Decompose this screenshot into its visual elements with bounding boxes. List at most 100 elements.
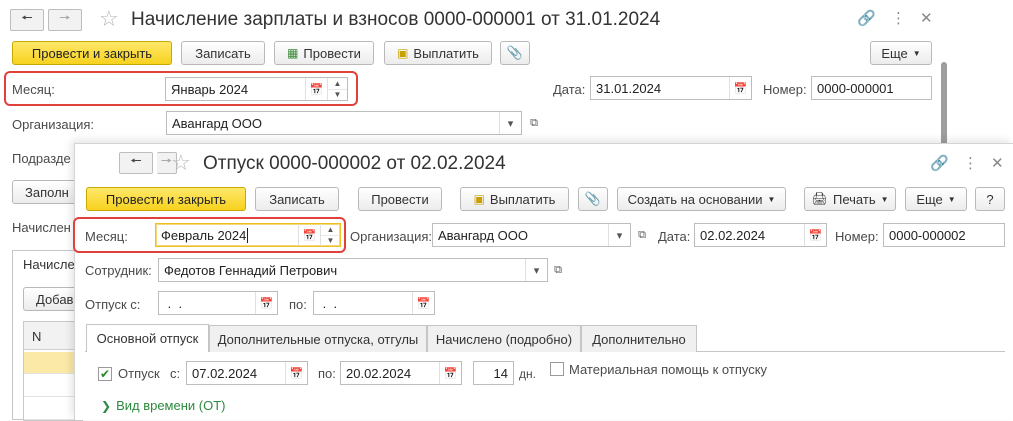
dropdown-arrow-icon[interactable]: ▾	[608, 224, 630, 246]
button-label: ?	[986, 191, 994, 207]
open-link-icon[interactable]: ⧉	[525, 112, 543, 134]
button-label: Еще	[881, 45, 908, 61]
main-leave-checkbox[interactable]: ✔	[98, 367, 112, 381]
post-and-close-button[interactable]: Провести и закрыть	[86, 187, 246, 211]
main-leave-from-field[interactable]: 07.02.2024 📅	[186, 361, 308, 385]
paperclip-icon: 📎	[506, 45, 524, 60]
main-leave-to-value: 20.02.2024	[346, 365, 412, 381]
close-icon[interactable]: ✕	[991, 156, 1004, 172]
org-value: Авангард ООО	[438, 227, 528, 243]
back-window-title: Начисление зарплаты и взносов 0000-00000…	[131, 9, 661, 30]
org-field[interactable]: Авангард ООО ▾	[166, 111, 522, 135]
back-nav-button[interactable]: 🠔	[119, 152, 153, 174]
button-label: Заполн	[25, 184, 69, 200]
date-value: 02.02.2024	[700, 227, 766, 243]
highlight-box	[73, 217, 346, 253]
org-label: Организация:	[350, 229, 433, 244]
button-label: Записать	[269, 191, 325, 207]
leave-from-label: Отпуск с:	[85, 297, 141, 312]
leave-from-value: . .	[164, 295, 183, 311]
favorite-star-icon[interactable]: ☆	[99, 8, 119, 30]
calendar-icon[interactable]: 📅	[729, 77, 751, 99]
accruals-tab[interactable]: Начисле	[23, 257, 75, 272]
employee-value: Федотов Геннадий Петрович	[164, 262, 338, 278]
pay-button[interactable]: ▣ Выплатить	[384, 41, 492, 65]
dropdown-arrow-icon[interactable]: ▾	[499, 112, 521, 134]
org-label: Организация:	[12, 117, 95, 132]
favorite-star-icon[interactable]: ☆	[171, 152, 191, 174]
days-value: 14	[493, 365, 508, 381]
attach-button[interactable]: 📎	[578, 187, 608, 211]
tab-label: Основной отпуск	[96, 331, 199, 346]
more-button[interactable]: Еще ▼	[905, 187, 967, 211]
more-button[interactable]: Еще ▼	[870, 41, 932, 65]
main-leave-to-field[interactable]: 20.02.2024 📅	[340, 361, 462, 385]
vertical-scrollbar[interactable]	[941, 62, 947, 146]
calendar-icon[interactable]: 📅	[804, 224, 826, 246]
save-button[interactable]: Записать	[255, 187, 339, 211]
org-field[interactable]: Авангард ООО ▾	[432, 223, 631, 247]
open-link-icon[interactable]: ⧉	[549, 259, 567, 281]
back-nav-button[interactable]: 🠔	[10, 9, 44, 31]
forward-nav-button[interactable]: 🠖	[48, 9, 82, 31]
number-label: Номер:	[763, 82, 807, 97]
tab-additional[interactable]: Дополнительно	[581, 325, 697, 352]
tab-main-leave[interactable]: Основной отпуск	[86, 324, 209, 352]
dropdown-arrow-icon[interactable]: ▾	[525, 259, 547, 281]
leave-to-value: . .	[319, 295, 338, 311]
post-button[interactable]: Провести	[358, 187, 442, 211]
leave-from-field[interactable]: . . 📅	[158, 291, 278, 315]
close-icon[interactable]: ✕	[920, 11, 933, 27]
accrued-label: Начислен	[12, 220, 71, 235]
time-type-expander[interactable]: ❯ Вид времени (ОТ)	[101, 398, 226, 413]
material-aid-checkbox[interactable]	[550, 362, 564, 376]
leave-to-field[interactable]: . . 📅	[313, 291, 435, 315]
number-label: Номер:	[835, 229, 879, 244]
calendar-icon[interactable]: 📅	[412, 292, 434, 314]
calendar-icon[interactable]: 📅	[255, 292, 277, 314]
more-vert-icon[interactable]: ⋮	[963, 156, 978, 172]
post-and-close-button[interactable]: Провести и закрыть	[12, 41, 172, 65]
employee-label: Сотрудник:	[85, 263, 152, 278]
number-value: 0000-000001	[817, 80, 894, 96]
number-value: 0000-000002	[889, 227, 966, 243]
button-label: Провести	[303, 45, 361, 61]
button-label: Добав	[36, 291, 74, 307]
post-button[interactable]: ▦ Провести	[274, 41, 374, 65]
main-leave-from-value: 07.02.2024	[192, 365, 258, 381]
tab-additional-leaves[interactable]: Дополнительные отпуска, отгулы	[209, 325, 427, 352]
link-icon[interactable]: 🔗	[857, 11, 876, 27]
main-leave-checkbox-label: Отпуск	[118, 366, 160, 381]
front-window-title: Отпуск 0000-000002 от 02.02.2024	[203, 153, 506, 174]
fill-button[interactable]: Заполн	[12, 180, 82, 204]
link-icon[interactable]: 🔗	[930, 156, 949, 172]
tab-accrued-detailed[interactable]: Начислено (подробно)	[427, 325, 581, 352]
pay-icon: ▣	[473, 192, 485, 206]
button-label: Провести	[371, 191, 429, 207]
calendar-icon[interactable]: 📅	[439, 362, 461, 384]
date-field[interactable]: 31.01.2024 📅	[590, 76, 752, 100]
attach-button[interactable]: 📎	[500, 41, 530, 65]
arrow-left-icon: 🠔	[21, 10, 33, 25]
days-field[interactable]: 14	[473, 361, 514, 385]
save-button[interactable]: Записать	[181, 41, 265, 65]
number-field[interactable]: 0000-000002	[883, 223, 1005, 247]
create-based-on-button[interactable]: Создать на основании ▼	[617, 187, 786, 211]
help-button[interactable]: ?	[975, 187, 1005, 211]
days-unit: дн.	[519, 367, 536, 381]
calendar-icon[interactable]: 📅	[285, 362, 307, 384]
employee-field[interactable]: Федотов Геннадий Петрович ▾	[158, 258, 548, 282]
button-label: Печать	[833, 191, 876, 207]
tab-label: Начислено (подробно)	[435, 331, 573, 347]
open-link-icon[interactable]: ⧉	[633, 224, 651, 246]
number-field[interactable]: 0000-000001	[811, 76, 932, 100]
grid-col-n: N	[32, 329, 42, 344]
pay-button[interactable]: ▣ Выплатить	[460, 187, 569, 211]
more-vert-icon[interactable]: ⋮	[891, 11, 906, 27]
org-value: Авангард ООО	[172, 115, 262, 131]
arrow-left-icon: 🠔	[130, 153, 142, 168]
date-field[interactable]: 02.02.2024 📅	[694, 223, 827, 247]
tab-label: Дополнительные отпуска, отгулы	[217, 331, 419, 347]
dept-label: Подразде	[12, 151, 71, 166]
print-button[interactable]: 🖨 Печать ▼	[804, 187, 896, 211]
